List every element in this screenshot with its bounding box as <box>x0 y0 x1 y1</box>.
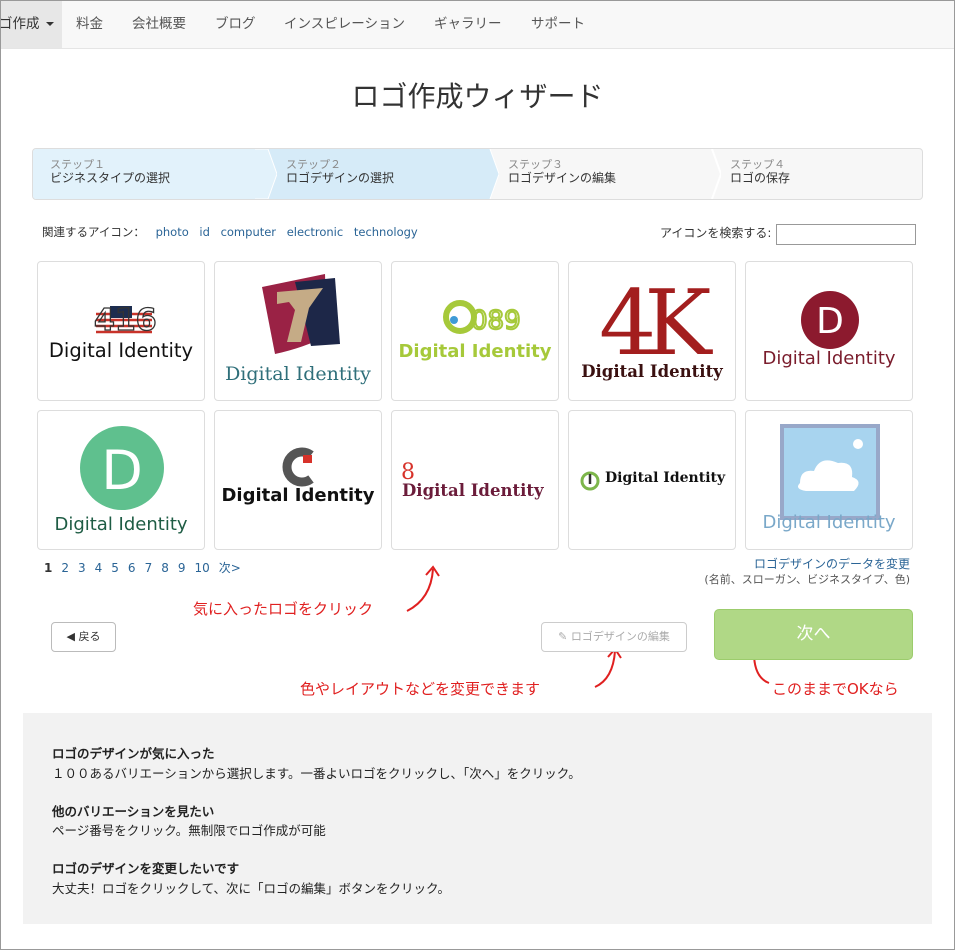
step-4-label: ロゴの保存 <box>730 171 791 185</box>
logo-text-6: Digital Identity <box>54 514 188 535</box>
page-next[interactable]: 次> <box>219 561 241 575</box>
edit-logo-button[interactable]: ✎ ロゴデザインの編集 <box>541 622 687 652</box>
nav-pricing[interactable]: 料金 <box>76 1 103 48</box>
edit-logo-button-label: ロゴデザインの編集 <box>570 630 670 643</box>
next-button[interactable]: 次へ <box>714 609 913 660</box>
logo-tile-6[interactable]: D Digital Identity <box>37 410 205 550</box>
step-3-num: ステップ３ <box>508 158 563 171</box>
logo-text-7: Digital Identity <box>221 485 375 506</box>
page-title: ロゴ作成ウィザード <box>351 80 604 113</box>
nav-logo-create-label: ゴ作成 <box>0 16 40 32</box>
step-2-num: ステップ２ <box>286 158 341 171</box>
4k-icon: 4K <box>599 271 725 376</box>
page-5[interactable]: 5 <box>111 561 119 575</box>
svg-text:D: D <box>101 439 143 502</box>
icon-search-label: アイコンを検索する: <box>660 226 772 240</box>
wizard-steps: ステップ１ ビジネスタイプの選択 ステップ２ ロゴデザインの選択 ステップ３ ロ… <box>32 148 923 200</box>
logo-text-10: Digital Identity <box>762 512 896 533</box>
change-logo-data-link[interactable]: ロゴデザインのデータを変更 <box>754 555 910 572</box>
logo-text-2: Digital Identity <box>225 363 371 385</box>
related-tag-id[interactable]: id <box>199 225 210 239</box>
change-logo-data-sub: (名前、スローガン、ビジネスタイプ、色) <box>704 573 910 586</box>
note-edit: 色やレイアウトなどを変更できます <box>300 680 541 698</box>
nav-company[interactable]: 会社概要 <box>132 1 186 48</box>
help-text-1: １００あるバリエーションから選択します。一番よいロゴをクリックし、「次へ」をクリ… <box>52 766 581 781</box>
d-circle-red-icon: D <box>801 291 859 349</box>
logo-tile-10[interactable]: Digital Identity <box>745 410 913 550</box>
top-nav: ゴ作成 料金 会社概要 ブログ インスピレーション ギャラリー サポート <box>0 1 954 49</box>
related-icons: 関連するアイコン： photo id computer electronic t… <box>42 224 418 240</box>
page-9[interactable]: 9 <box>178 561 186 575</box>
help-title-2: 他のバリエーションを見たい <box>52 804 215 819</box>
page-3[interactable]: 3 <box>78 561 86 575</box>
page-8[interactable]: 8 <box>161 561 169 575</box>
logo-tile-5[interactable]: D Digital Identity <box>745 261 913 401</box>
page-10[interactable]: 10 <box>194 561 209 575</box>
related-tag-technology[interactable]: technology <box>354 225 418 239</box>
help-title-3: ロゴのデザインを変更したいです <box>52 861 240 876</box>
note-ok: このままでOKなら <box>772 680 899 698</box>
logo-tile-9[interactable]: Digital Identity <box>568 410 736 550</box>
nav-support[interactable]: サポート <box>531 1 585 48</box>
arrow-left-icon: ◀ <box>66 630 79 643</box>
c-letter-icon <box>282 447 314 487</box>
logo-tile-4[interactable]: 4K Digital Identity <box>568 261 736 401</box>
i089-circle-icon: 089 <box>443 300 522 337</box>
step-2-label: ロゴデザインの選択 <box>286 171 395 185</box>
step-4[interactable]: ステップ４ ロゴの保存 <box>712 149 922 199</box>
related-label: 関連するアイコン： <box>42 225 145 239</box>
step-3[interactable]: ステップ３ ロゴデザインの編集 <box>490 149 712 199</box>
related-tag-electronic[interactable]: electronic <box>287 225 344 239</box>
related-tag-photo[interactable]: photo <box>156 225 189 239</box>
logo-text-8: Digital Identity <box>402 481 544 500</box>
logo-text-3: Digital Identity <box>398 341 552 362</box>
page-1[interactable]: 1 <box>44 561 52 575</box>
svg-text:416: 416 <box>94 303 157 338</box>
step-1[interactable]: ステップ１ ビジネスタイプの選択 <box>33 149 268 199</box>
logo-tile-2[interactable]: Digital Identity <box>214 261 382 401</box>
logo-tile-1[interactable]: 416 Digital Identity <box>37 261 205 401</box>
svg-text:D: D <box>816 301 844 342</box>
caret-down-icon <box>45 22 54 26</box>
help-text-2: ページ番号をクリック。無制限でロゴ作成が可能 <box>52 823 326 838</box>
step-divider-icon <box>255 149 277 199</box>
related-tag-computer[interactable]: computer <box>221 225 276 239</box>
logo-tile-7[interactable]: Digital Identity <box>214 410 382 550</box>
svg-text:4K: 4K <box>599 271 713 376</box>
step-1-num: ステップ１ <box>50 158 105 171</box>
step-3-label: ロゴデザインの編集 <box>508 171 617 185</box>
logo-text-1: Digital Identity <box>48 339 194 362</box>
nav-inspiration[interactable]: インスピレーション <box>284 1 405 48</box>
nav-logo-create[interactable]: ゴ作成 <box>0 1 62 48</box>
page-6[interactable]: 6 <box>128 561 136 575</box>
nav-gallery[interactable]: ギャラリー <box>434 1 502 48</box>
logo-tile-3[interactable]: 089 Digital Identity <box>391 261 559 401</box>
flag-416-icon: 416 <box>93 302 157 338</box>
step-1-label: ビジネスタイプの選択 <box>50 171 171 185</box>
help-text-3: 大丈夫！ロゴをクリックして、次に「ロゴの編集」ボタンをクリック。 <box>52 881 451 896</box>
page-2[interactable]: 2 <box>61 561 69 575</box>
svg-text:089: 089 <box>471 306 521 336</box>
logo-text-4: Digital Identity <box>581 362 723 381</box>
icon-search-input[interactable] <box>776 224 916 245</box>
back-button[interactable]: ◀ 戻る <box>51 622 116 652</box>
step-2[interactable]: ステップ２ ロゴデザインの選択 <box>268 149 490 199</box>
page-7[interactable]: 7 <box>145 561 153 575</box>
step-divider-icon <box>699 149 721 199</box>
nav-blog[interactable]: ブログ <box>215 1 256 48</box>
page-4[interactable]: 4 <box>95 561 103 575</box>
logo-tile-8[interactable]: 8 Digital Identity <box>391 410 559 550</box>
step-divider-icon <box>477 149 499 199</box>
pencil-icon: ✎ <box>558 630 571 643</box>
help-panel: ロゴのデザインが気に入った １００あるバリエーションから選択します。一番よいロゴ… <box>23 713 932 924</box>
logo-text-9: Digital Identity <box>605 470 726 486</box>
help-title-1: ロゴのデザインが気に入った <box>52 746 215 761</box>
logo-text-5: Digital Identity <box>762 348 896 369</box>
back-button-label: 戻る <box>78 630 101 643</box>
arrow-up-icon <box>406 565 440 612</box>
pagination: 1 2 3 4 5 6 7 8 9 10 次> <box>44 559 250 576</box>
note-click-logo: 気に入ったロゴをクリック <box>193 600 374 618</box>
step-4-num: ステップ４ <box>730 158 785 171</box>
